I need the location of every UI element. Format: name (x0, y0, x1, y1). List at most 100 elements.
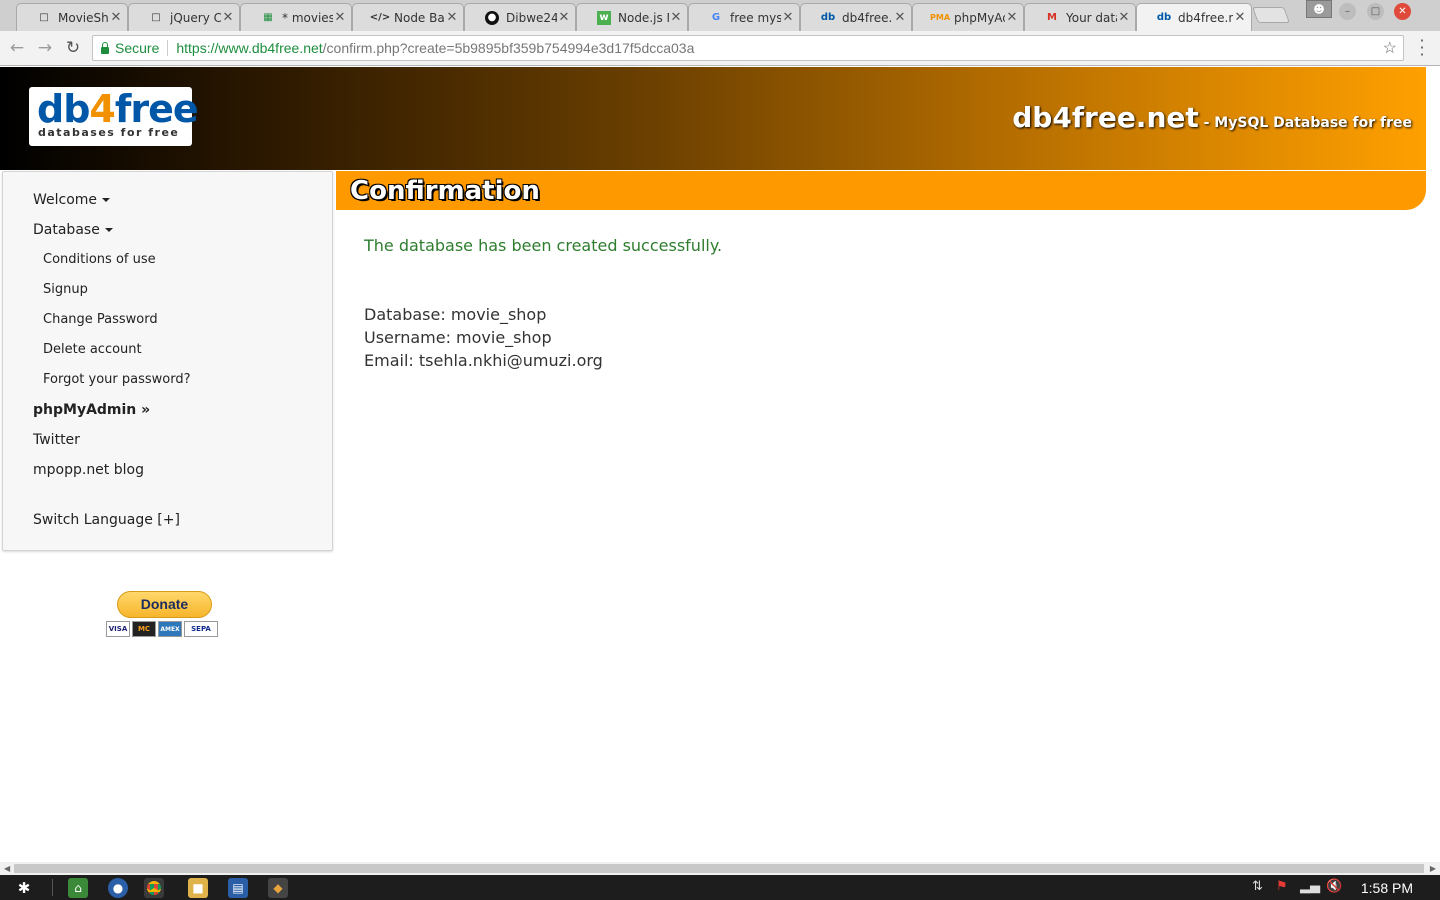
nav-change-password[interactable]: Change Password (43, 312, 158, 327)
tab-9[interactable]: PMA phpMyAd ✕ (912, 3, 1024, 31)
os-taskbar: ✱ ⌂ ● ■ ▤ ◆ ⇅ ⚑ ▂▄ 🔇 1:58 PM (0, 875, 1440, 900)
close-icon[interactable]: ✕ (333, 10, 347, 25)
lock-icon (101, 41, 109, 54)
tab-title: db4free.n (842, 10, 893, 25)
volume-muted-icon[interactable]: 🔇 (1326, 879, 1342, 894)
chrome-icon[interactable] (144, 878, 164, 898)
secure-label: Secure (115, 40, 160, 56)
tab-10[interactable]: M Your data ✕ (1024, 3, 1136, 31)
logo-tagline: databases for free (38, 126, 180, 139)
signal-icon[interactable]: ▂▄ (1300, 879, 1320, 894)
nav-conditions-of-use[interactable]: Conditions of use (43, 252, 156, 267)
nav-welcome[interactable]: Welcome (33, 192, 111, 208)
new-tab-button[interactable] (1252, 7, 1290, 23)
db4free-icon: db (820, 12, 836, 23)
caret-down-icon (104, 228, 113, 232)
notification-icon[interactable]: ⚑ (1276, 879, 1288, 894)
nav-twitter[interactable]: Twitter (33, 432, 80, 448)
git-icon[interactable]: ◆ (268, 878, 288, 898)
nav-database[interactable]: Database (33, 222, 113, 238)
nav-signup[interactable]: Signup (43, 282, 88, 297)
close-icon[interactable]: ✕ (109, 10, 123, 25)
file-manager-icon[interactable]: ■ (188, 878, 208, 898)
confirmation-header: Confirmation (336, 171, 1426, 210)
site-tagline: - MySQL Database for free (1198, 115, 1412, 131)
window-close-icon[interactable]: ✕ (1394, 3, 1411, 20)
success-message: The database has been created successful… (364, 236, 723, 255)
forward-icon[interactable]: → (34, 37, 56, 59)
nav-switch-language[interactable]: Switch Language [+] (33, 512, 180, 528)
close-icon[interactable]: ✕ (445, 10, 459, 25)
profile-icon[interactable]: ☻ (1306, 0, 1332, 18)
close-icon[interactable]: ✕ (893, 10, 907, 25)
tab-title: db4free.n (1178, 10, 1233, 25)
start-menu-icon[interactable]: ✱ (14, 878, 34, 898)
tab-title: Node.js M (618, 10, 669, 25)
database-info: Database: movie_shop (364, 305, 547, 324)
visa-icon: VISA (106, 621, 130, 637)
nav-forgot-password[interactable]: Forgot your password? (43, 372, 191, 387)
tab-4[interactable]: </> Node Bas ✕ (352, 3, 464, 31)
maximize-icon[interactable]: □ (1367, 3, 1384, 20)
tab-title: jQuery CD (170, 10, 221, 25)
close-icon[interactable]: ✕ (669, 10, 683, 25)
sepa-icon: SEPA (184, 621, 218, 637)
horizontal-scrollbar[interactable]: ◀ ▶ (0, 862, 1440, 875)
back-icon[interactable]: ← (6, 37, 28, 59)
divider (52, 879, 53, 896)
close-icon[interactable]: ✕ (1117, 10, 1131, 25)
email-info: Email: tsehla.nkhi@umuzi.org (364, 351, 603, 370)
page-icon: □ (151, 12, 161, 23)
tab-3[interactable]: ▦ * movies s ✕ (240, 3, 352, 31)
tab-2[interactable]: □ jQuery CD ✕ (128, 3, 240, 31)
scroll-left-icon[interactable]: ◀ (4, 864, 10, 873)
bookmark-star-icon[interactable]: ☆ (1383, 38, 1397, 58)
tab-11-active[interactable]: db db4free.n ✕ (1136, 3, 1252, 31)
clock[interactable]: 1:58 PM (1361, 880, 1413, 896)
browser-toolbar: ← → ↻ Secure https://www.db4free.net/con… (0, 31, 1440, 66)
tab-5[interactable]: ● Dibwe243 ✕ (464, 3, 576, 31)
db4free-logo[interactable]: db4free databases for free (29, 87, 199, 146)
browser-tab-strip: □ MovieSho ✕ □ jQuery CD ✕ ▦ * movies s … (0, 0, 1440, 31)
browser-menu-icon[interactable]: · · · (1414, 33, 1430, 63)
close-icon[interactable]: ✕ (781, 10, 795, 25)
browser-launcher-icon[interactable]: ● (108, 878, 128, 898)
scrollbar-thumb[interactable] (14, 864, 1424, 873)
close-icon[interactable]: ✕ (221, 10, 235, 25)
tab-7[interactable]: G free mysq ✕ (688, 3, 800, 31)
phpmyadmin-icon: PMA (930, 13, 951, 22)
payment-cards: VISA MC AMEX SEPA (106, 621, 218, 637)
tab-title: Dibwe243 (506, 10, 557, 25)
tab-title: * movies s (282, 10, 333, 25)
minimize-icon[interactable]: – (1339, 3, 1356, 20)
nav-phpmyadmin[interactable]: phpMyAdmin » (33, 402, 150, 418)
scroll-right-icon[interactable]: ▶ (1430, 864, 1436, 873)
close-icon[interactable]: ✕ (557, 10, 571, 25)
site-header: db4free databases for free db4free.net -… (0, 67, 1426, 170)
gmail-icon: M (1047, 12, 1057, 23)
url-host: https://www.db4free.net (176, 40, 323, 56)
network-transfer-icon[interactable]: ⇅ (1252, 879, 1263, 894)
tab-title: Your data (1066, 10, 1117, 25)
google-sheets-icon: ▦ (263, 12, 273, 23)
tab-title: Node Bas (394, 10, 445, 25)
tab-6[interactable]: w Node.js M ✕ (576, 3, 688, 31)
tab-1[interactable]: □ MovieSho ✕ (16, 3, 128, 31)
site-title: db4free.net - MySQL Database for free (1012, 101, 1412, 134)
divider (167, 40, 169, 56)
nav-blog[interactable]: mpopp.net blog (33, 462, 144, 478)
nav-delete-account[interactable]: Delete account (43, 342, 142, 357)
home-folder-icon[interactable]: ⌂ (68, 878, 88, 898)
close-icon[interactable]: ✕ (1233, 10, 1247, 25)
sidebar-nav: Welcome Database Conditions of use Signu… (2, 171, 333, 551)
tab-8[interactable]: db db4free.n ✕ (800, 3, 912, 31)
donate-button[interactable]: Donate (117, 591, 212, 618)
close-icon[interactable]: ✕ (1005, 10, 1019, 25)
address-bar[interactable]: Secure https://www.db4free.net/confirm.p… (92, 35, 1404, 61)
amex-icon: AMEX (158, 621, 182, 637)
reload-icon[interactable]: ↻ (62, 37, 84, 59)
tab-title: free mysq (730, 10, 781, 25)
code-icon: </> (369, 12, 391, 23)
google-icon: G (711, 12, 721, 23)
text-editor-icon[interactable]: ▤ (228, 878, 248, 898)
